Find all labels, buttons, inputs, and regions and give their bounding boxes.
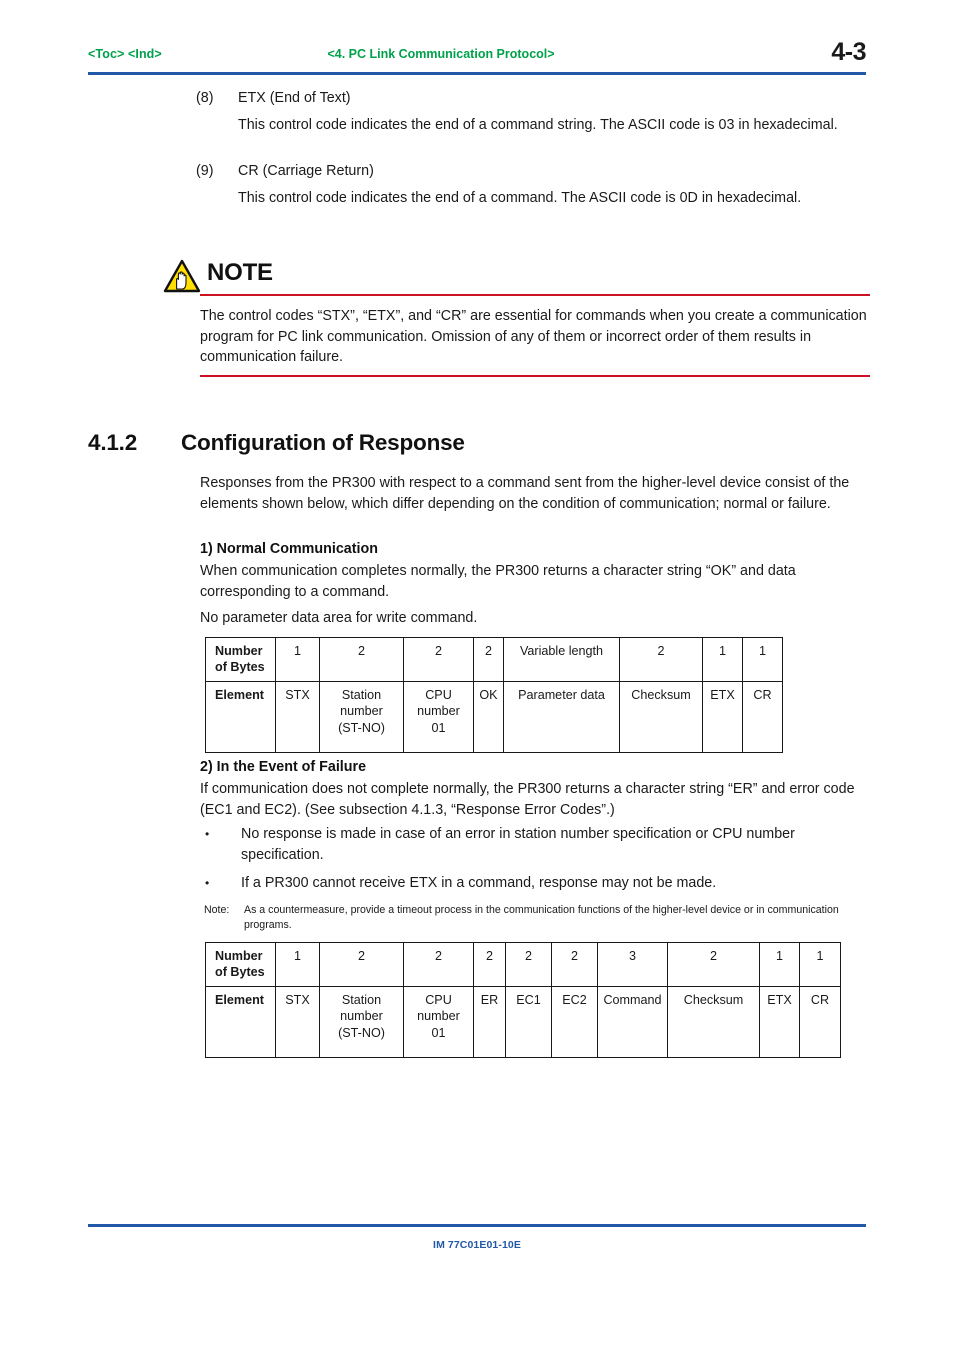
chapter-title: <4. PC Link Communication Protocol> bbox=[327, 47, 555, 61]
element-cell-3: ER bbox=[473, 985, 506, 1058]
failure-bullet-1: • If a PR300 cannot receive ETX in a com… bbox=[205, 873, 865, 894]
list-item-9: (9) CR (Carriage Return) bbox=[196, 161, 866, 182]
section-intro: Responses from the PR300 with respect to… bbox=[200, 475, 850, 512]
element-cell-6: Command bbox=[597, 985, 668, 1058]
row-label-element: Element bbox=[205, 985, 276, 1058]
element-cell-2: CPU number 01 bbox=[403, 985, 474, 1058]
element-cell-1: Station number (ST-NO) bbox=[319, 985, 404, 1058]
bytes-cell-4: Variable length bbox=[503, 637, 620, 682]
bytes-cell-2: 2 bbox=[403, 637, 474, 682]
warning-hand-triangle-icon bbox=[163, 259, 201, 293]
page-header: <Toc> <Ind> <4. PC Link Communication Pr… bbox=[88, 38, 866, 70]
element-cell-7: CR bbox=[742, 680, 783, 753]
note-text: The control codes “STX”, “ETX”, and “CR”… bbox=[200, 308, 867, 365]
table-row-bytes: Number of Bytes 1 2 2 2 Variable length 2… bbox=[205, 637, 783, 682]
element-cell-8: ETX bbox=[759, 985, 800, 1058]
list-item-8-body: This control code indicates the end of a… bbox=[238, 117, 838, 133]
section-number: 4.1.2 bbox=[88, 430, 138, 455]
subheading-event-of-failure: 2) In the Event of Failure bbox=[200, 759, 367, 775]
bytes-cell-6: 3 bbox=[597, 942, 668, 987]
bytes-cell-0: 1 bbox=[275, 637, 320, 682]
section-title: Configuration of Response bbox=[181, 430, 465, 455]
element-cell-3: OK bbox=[473, 680, 504, 753]
element-cell-6: ETX bbox=[702, 680, 743, 753]
bytes-cell-6: 1 bbox=[702, 637, 743, 682]
list-item-8-title: ETX (End of Text) bbox=[238, 90, 351, 106]
footnote-label: Note: bbox=[204, 904, 230, 916]
element-cell-4: Parameter data bbox=[503, 680, 620, 753]
subheading-normal-communication: 1) Normal Communication bbox=[200, 541, 378, 557]
failure-response-table: Number of Bytes 1 2 2 2 2 2 3 2 1 1 Eleme… bbox=[205, 942, 841, 1058]
element-cell-5: Checksum bbox=[619, 680, 703, 753]
bytes-cell-0: 1 bbox=[275, 942, 320, 987]
element-cell-0: STX bbox=[275, 680, 320, 753]
normal-communication-note: No parameter data area for write command… bbox=[200, 610, 478, 626]
bytes-cell-2: 2 bbox=[403, 942, 474, 987]
list-item-9-number: (9) bbox=[196, 163, 214, 179]
element-cell-4: EC1 bbox=[505, 985, 552, 1058]
row-label-number-of-bytes: Number of Bytes bbox=[205, 942, 276, 987]
bytes-cell-5: 2 bbox=[551, 942, 598, 987]
header-divider bbox=[88, 72, 866, 75]
element-cell-9: CR bbox=[799, 985, 841, 1058]
failure-paragraph: If communication does not complete norma… bbox=[200, 781, 855, 818]
bytes-cell-7: 2 bbox=[667, 942, 760, 987]
failure-bullet-0: • No response is made in case of an erro… bbox=[205, 824, 865, 865]
note-callout: NOTE The control codes “STX”, “ETX”, and… bbox=[163, 258, 870, 377]
footer-divider bbox=[88, 1224, 866, 1227]
bytes-cell-1: 2 bbox=[319, 942, 404, 987]
bytes-cell-9: 1 bbox=[799, 942, 841, 987]
footnote-body: As a countermeasure, provide a timeout p… bbox=[244, 904, 839, 931]
row-label-element: Element bbox=[205, 680, 276, 753]
bytes-cell-3: 2 bbox=[473, 637, 504, 682]
list-item-9-body: This control code indicates the end of a… bbox=[238, 190, 802, 206]
bytes-cell-8: 1 bbox=[759, 942, 800, 987]
table-row-bytes: Number of Bytes 1 2 2 2 2 2 3 2 1 1 bbox=[205, 942, 841, 987]
list-item-9-title: CR (Carriage Return) bbox=[238, 163, 374, 179]
failure-bullet-0-text: No response is made in case of an error … bbox=[241, 826, 795, 863]
element-cell-1: Station number (ST-NO) bbox=[319, 680, 404, 753]
list-item-8-number: (8) bbox=[196, 90, 214, 106]
element-cell-2: CPU number 01 bbox=[403, 680, 474, 753]
section-heading: 4.1.2 Configuration of Response bbox=[88, 430, 465, 456]
element-cell-7: Checksum bbox=[667, 985, 760, 1058]
failure-bullet-1-text: If a PR300 cannot receive ETX in a comma… bbox=[241, 875, 717, 891]
bytes-cell-3: 2 bbox=[473, 942, 506, 987]
note-header: NOTE bbox=[163, 258, 870, 298]
note-heading: NOTE bbox=[207, 259, 273, 286]
document-page: <Toc> <Ind> <4. PC Link Communication Pr… bbox=[0, 0, 954, 1351]
failure-footnote: Note: As a countermeasure, provide a tim… bbox=[204, 903, 849, 933]
bytes-cell-4: 2 bbox=[505, 942, 552, 987]
bytes-cell-5: 2 bbox=[619, 637, 703, 682]
element-cell-0: STX bbox=[275, 985, 320, 1058]
page-number: 4-3 bbox=[831, 38, 866, 66]
note-rule-bottom bbox=[200, 375, 870, 377]
table-row-elements: Element STX Station number (ST-NO) CPU numb… bbox=[205, 985, 841, 1058]
list-item-8: (8) ETX (End of Text) bbox=[196, 88, 866, 109]
document-code: IM 77C01E01-10E bbox=[433, 1239, 521, 1251]
note-rule-top bbox=[200, 294, 870, 296]
normal-communication-paragraph: When communication completes normally, t… bbox=[200, 563, 796, 600]
bytes-cell-7: 1 bbox=[742, 637, 783, 682]
bytes-cell-1: 2 bbox=[319, 637, 404, 682]
row-label-number-of-bytes: Number of Bytes bbox=[205, 637, 276, 682]
table-row-elements: Element STX Station number (ST-NO) CPU numb… bbox=[205, 680, 783, 753]
bullet-dot-icon: • bbox=[205, 827, 210, 841]
element-cell-5: EC2 bbox=[551, 985, 598, 1058]
bullet-dot-icon: • bbox=[205, 876, 210, 890]
normal-response-table: Number of Bytes 1 2 2 2 Variable length 2… bbox=[205, 637, 783, 753]
